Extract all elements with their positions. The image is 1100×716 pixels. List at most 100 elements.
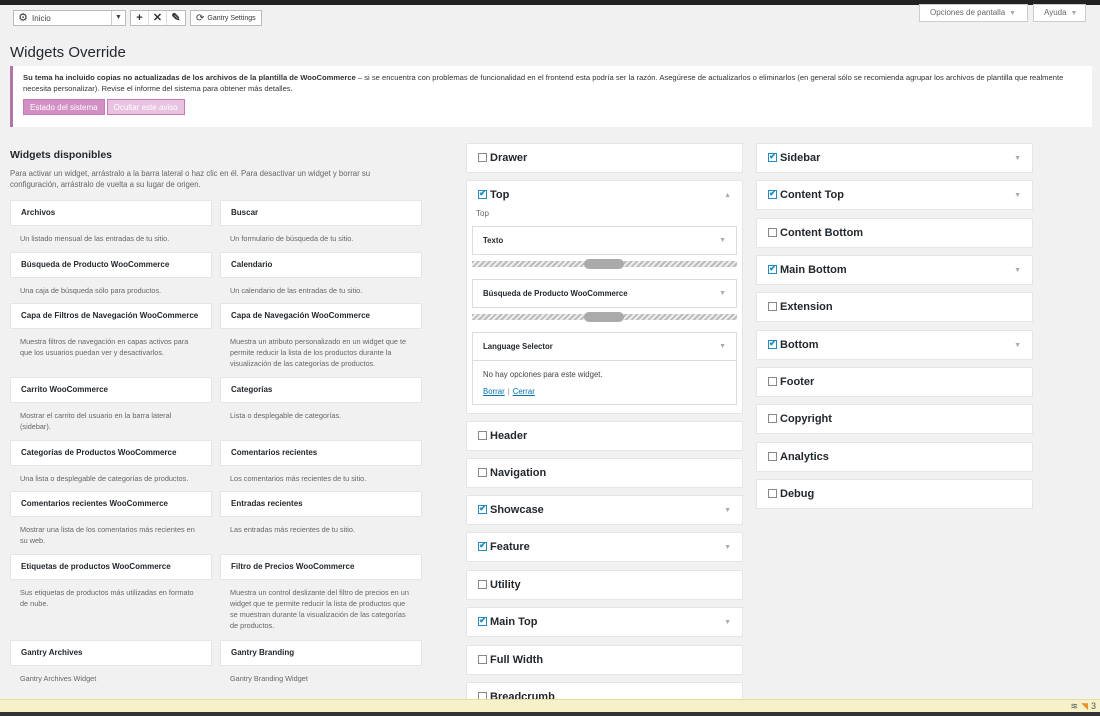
sidebar-checkbox[interactable]	[478, 467, 487, 477]
sidebar-header[interactable]: Main Top ▼	[467, 608, 742, 636]
chevron-down-icon[interactable]: ▼	[719, 237, 726, 244]
sidebar-checkbox[interactable]	[478, 540, 487, 551]
sidebar-widget-header[interactable]: Texto ▼	[473, 227, 736, 254]
widget-item[interactable]: Capa de Navegación WooCommerce Muestra un…	[220, 303, 422, 369]
widget-item[interactable]: Gantry Branding Gantry Branding Widget	[220, 640, 422, 684]
widget-item[interactable]: Categorías de Productos WooCommerce Una l…	[10, 440, 212, 484]
sidebar-header[interactable]: Sidebar ▼	[757, 144, 1032, 172]
sidebar-header[interactable]: Content Bottom	[757, 219, 1032, 247]
sidebar-header[interactable]: Drawer	[467, 144, 742, 172]
widget-name[interactable]: Filtro de Precios WooCommerce	[220, 554, 422, 580]
sidebar-checkbox[interactable]	[768, 376, 777, 386]
chevron-down-icon[interactable]: ▼	[719, 290, 726, 297]
drag-handle[interactable]	[584, 312, 624, 322]
widget-name[interactable]: Categorías	[220, 377, 422, 403]
plus-icon[interactable]: +	[131, 11, 149, 25]
sidebar-header[interactable]: Navigation	[467, 459, 742, 487]
gantry-settings-button[interactable]: ⟳ Gantry Settings	[190, 10, 262, 26]
widget-item[interactable]: Archivos Un listado mensual de las entrad…	[10, 200, 212, 244]
close-icon[interactable]: ✕	[149, 11, 167, 25]
sidebar-checkbox[interactable]	[768, 301, 777, 311]
sidebar-header[interactable]: Top ▲	[467, 181, 742, 209]
sidebar-checkbox[interactable]	[768, 188, 777, 199]
widget-item[interactable]: Etiquetas de productos WooCommerce Sus et…	[10, 554, 212, 609]
sidebar-header[interactable]: Full Width	[467, 646, 742, 674]
chevron-down-icon[interactable]: ▼	[724, 507, 731, 514]
widget-item[interactable]: Comentarios recientes WooCommerce Mostrar…	[10, 491, 212, 546]
sidebar-checkbox[interactable]	[768, 413, 777, 423]
sidebar-widget[interactable]: Búsqueda de Producto WooCommerce ▼	[472, 279, 737, 308]
widget-item[interactable]: Capa de Filtros de Navegación WooCommerc…	[10, 303, 212, 358]
sidebar-checkbox[interactable]	[478, 152, 487, 162]
widget-item[interactable]: Entradas recientes Las entradas más recie…	[220, 491, 422, 535]
sidebar-header[interactable]: Header	[467, 422, 742, 450]
drag-handle[interactable]	[584, 259, 624, 269]
sidebar-checkbox[interactable]	[478, 503, 487, 514]
sidebar-widget[interactable]: Texto ▼	[472, 226, 737, 255]
screen-options-button[interactable]: Opciones de pantalla ▼	[919, 4, 1028, 22]
widget-name[interactable]: Archivos	[10, 200, 212, 226]
sidebar-header[interactable]: Debug	[757, 480, 1032, 508]
widget-name[interactable]: Capa de Navegación WooCommerce	[220, 303, 422, 329]
widget-name[interactable]: Comentarios recientes	[220, 440, 422, 466]
edit-icon[interactable]: ✎	[167, 11, 185, 25]
sidebar-checkbox[interactable]	[768, 151, 777, 162]
widget-name[interactable]: Capa de Filtros de Navegación WooCommerc…	[10, 303, 212, 329]
chevron-down-icon[interactable]: ▼	[1014, 192, 1021, 199]
widget-name[interactable]: Categorías de Productos WooCommerce	[10, 440, 212, 466]
widget-name[interactable]: Búsqueda de Producto WooCommerce	[10, 252, 212, 278]
sidebar-header[interactable]: Bottom ▼	[757, 331, 1032, 359]
close-link[interactable]: Cerrar	[513, 387, 535, 396]
chevron-down-icon[interactable]: ▼	[1014, 155, 1021, 162]
sidebar-checkbox[interactable]	[478, 615, 487, 626]
sidebar-header[interactable]: Showcase ▼	[467, 496, 742, 524]
sidebar-checkbox[interactable]	[768, 451, 777, 461]
widget-name[interactable]: Calendario	[220, 252, 422, 278]
sidebar-checkbox[interactable]	[768, 263, 777, 274]
widget-name[interactable]: Gantry Archives	[10, 640, 212, 666]
sidebar-header[interactable]: Utility	[467, 571, 742, 599]
sidebar-checkbox[interactable]	[768, 338, 777, 349]
widget-name[interactable]: Comentarios recientes WooCommerce	[10, 491, 212, 517]
widget-item[interactable]: Filtro de Precios WooCommerce Muestra un …	[220, 554, 422, 631]
chevron-down-icon[interactable]: ▼	[719, 343, 726, 350]
help-button[interactable]: Ayuda ▼	[1033, 4, 1086, 22]
sidebar-header[interactable]: Extension	[757, 293, 1032, 321]
sidebar-header[interactable]: Analytics	[757, 443, 1032, 471]
sidebar-header[interactable]: Copyright	[757, 405, 1032, 433]
widget-item[interactable]: Calendario Un calendario de las entradas …	[220, 252, 422, 296]
sidebar-widget-header[interactable]: Búsqueda de Producto WooCommerce ▼	[473, 280, 736, 307]
chevron-up-icon[interactable]: ▲	[724, 192, 731, 199]
widget-item[interactable]: Categorías Lista o desplegable de categor…	[220, 377, 422, 421]
sidebar-widget[interactable]: Language Selector ▼ No hay opciones para e…	[472, 332, 737, 405]
widget-name[interactable]: Entradas recientes	[220, 491, 422, 517]
sidebar-widget-header[interactable]: Language Selector ▼	[473, 333, 736, 360]
chevron-down-icon[interactable]: ▼	[1014, 342, 1021, 349]
sidebar-header[interactable]: Content Top ▼	[757, 181, 1032, 209]
widget-item[interactable]: Gantry Archives Gantry Archives Widget	[10, 640, 212, 684]
sidebar-checkbox[interactable]	[478, 430, 487, 440]
sidebar-header[interactable]: Footer	[757, 368, 1032, 396]
sidebar-header[interactable]: Main Bottom ▼	[757, 256, 1032, 284]
widget-name[interactable]: Carrito WooCommerce	[10, 377, 212, 403]
chevron-down-icon[interactable]: ▼	[1014, 267, 1021, 274]
widget-name[interactable]: Buscar	[220, 200, 422, 226]
sidebar-checkbox[interactable]	[768, 488, 777, 498]
chevron-down-icon[interactable]: ▼	[724, 544, 731, 551]
widget-item[interactable]: Buscar Un formulario de búsqueda de tu si…	[220, 200, 422, 244]
widget-name[interactable]: Etiquetas de productos WooCommerce	[10, 554, 212, 580]
override-select[interactable]: ⚙ Inicio ▼	[13, 10, 126, 26]
chevron-down-icon[interactable]: ▼	[724, 619, 731, 626]
hide-notice-button[interactable]: Ocultar este aviso	[106, 99, 185, 115]
sidebar-checkbox[interactable]	[478, 188, 487, 199]
sidebar-checkbox[interactable]	[478, 654, 487, 664]
widget-item[interactable]: Carrito WooCommerce Mostrar el carrito de…	[10, 377, 212, 432]
widget-name[interactable]: Gantry Branding	[220, 640, 422, 666]
widget-item[interactable]: Búsqueda de Producto WooCommerce Una caja…	[10, 252, 212, 296]
delete-link[interactable]: Borrar	[483, 387, 505, 396]
sidebar-checkbox[interactable]	[478, 579, 487, 589]
chevron-down-icon[interactable]: ▼	[111, 11, 125, 25]
widget-item[interactable]: Comentarios recientes Los comentarios más…	[220, 440, 422, 484]
sidebar-header[interactable]: Feature ▼	[467, 533, 742, 561]
system-status-button[interactable]: Estado del sistema	[23, 99, 105, 115]
